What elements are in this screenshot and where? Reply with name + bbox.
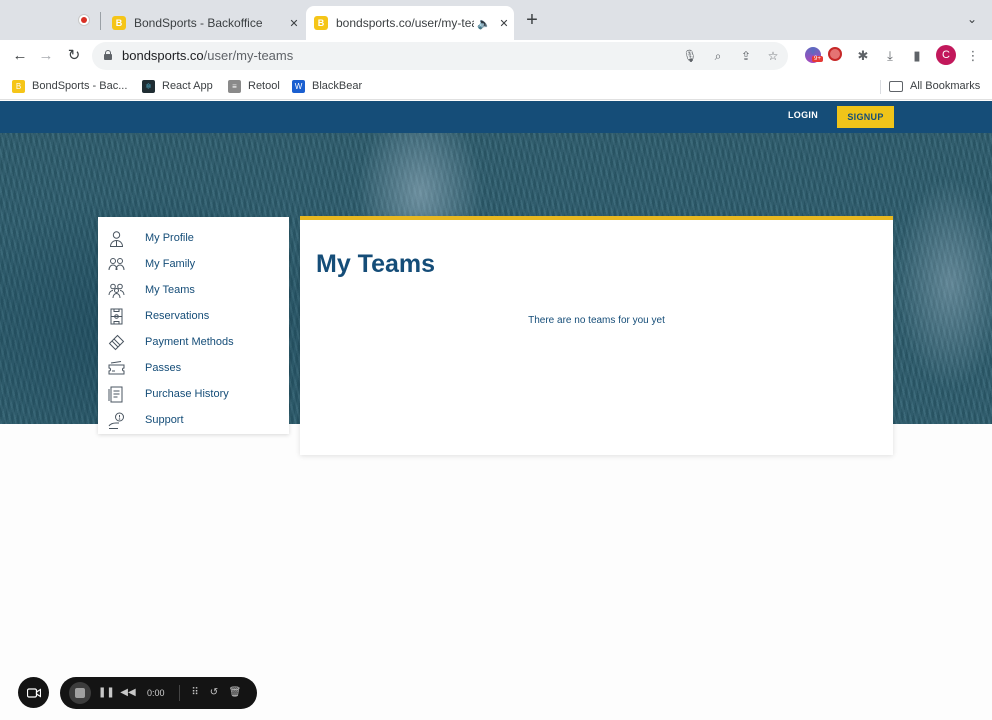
bondsports-favicon-icon: B bbox=[112, 16, 126, 30]
bookmark-star-icon[interactable]: ☆ bbox=[763, 46, 783, 66]
payment-icon bbox=[108, 334, 125, 351]
control-divider bbox=[179, 685, 180, 701]
camera-toggle-button[interactable] bbox=[18, 677, 49, 708]
rewind-icon[interactable]: ◀◀ bbox=[120, 685, 136, 701]
page-title: My Teams bbox=[316, 250, 436, 278]
download-icon[interactable]: ⤓ bbox=[879, 45, 901, 67]
url-text: bondsports.co/user/my-teams bbox=[122, 48, 294, 63]
tab-my-teams[interactable]: B bondsports.co/user/my-teams 🔈 ✕ bbox=[306, 6, 514, 40]
react-icon: ⚛ bbox=[142, 79, 155, 93]
passes-icon bbox=[108, 360, 125, 377]
share-icon[interactable]: ⇪ bbox=[736, 46, 756, 66]
trash-icon[interactable]: 🗑 bbox=[228, 685, 242, 701]
purchase-history-icon bbox=[108, 386, 125, 403]
tab-separator bbox=[100, 12, 101, 30]
side-panel-icon[interactable]: ▮ bbox=[906, 45, 928, 67]
sidebar-item-my-teams[interactable]: My Teams bbox=[98, 277, 289, 303]
grid-icon[interactable]: ⠿ bbox=[188, 685, 202, 701]
bookmark-bondsports[interactable]: B BondSports - Bac... bbox=[12, 77, 127, 95]
lock-icon bbox=[104, 50, 112, 60]
sidebar-item-my-family[interactable]: My Family bbox=[98, 251, 289, 277]
main-content-card: My Teams There are no teams for you yet bbox=[300, 216, 893, 455]
blackbear-icon: W bbox=[292, 79, 305, 93]
sidebar-item-my-profile[interactable]: My Profile bbox=[98, 225, 289, 251]
tab-title: bondsports.co/user/my-teams bbox=[336, 16, 474, 30]
recording-timer: 0:00 bbox=[147, 688, 165, 698]
site-header: LOGIN SIGNUP bbox=[0, 101, 992, 133]
bondsports-favicon-icon: B bbox=[314, 16, 328, 30]
browser-menu-icon[interactable]: ⋮ bbox=[962, 45, 984, 67]
video-camera-icon bbox=[26, 687, 41, 698]
zoom-icon[interactable]: ⌕ bbox=[708, 46, 728, 66]
sidebar-item-passes[interactable]: Passes bbox=[98, 355, 289, 381]
back-button[interactable]: ← bbox=[8, 44, 32, 68]
bookmark-blackbear[interactable]: W BlackBear bbox=[292, 77, 362, 95]
reload-button[interactable]: ↻ bbox=[62, 44, 86, 68]
tab-strip: B BondSports - Backoffice ✕ B bondsports… bbox=[0, 0, 992, 40]
bookmark-retool[interactable]: ≡ Retool bbox=[228, 77, 280, 95]
support-icon bbox=[108, 412, 125, 429]
bondsports-icon: B bbox=[12, 79, 25, 93]
forward-button[interactable]: → bbox=[34, 44, 58, 68]
teams-icon bbox=[108, 282, 125, 299]
extension-recorder-icon[interactable] bbox=[828, 47, 842, 61]
browser-toolbar: ← → ↻ bondsports.co/user/my-teams 🎙 ⌕ ⇪ … bbox=[0, 40, 992, 72]
sidebar-item-reservations[interactable]: Reservations bbox=[98, 303, 289, 329]
recording-indicator-icon bbox=[78, 14, 90, 26]
tab-search-chevron-icon[interactable]: ⌄ bbox=[964, 12, 980, 28]
bookmark-react-app[interactable]: ⚛ React App bbox=[142, 77, 213, 95]
close-tab-icon[interactable]: ✕ bbox=[284, 17, 304, 30]
family-icon bbox=[108, 256, 125, 273]
close-tab-icon[interactable]: ✕ bbox=[494, 17, 514, 30]
restart-icon[interactable]: ↺ bbox=[207, 685, 221, 701]
tab-title: BondSports - Backoffice bbox=[134, 16, 263, 30]
sidebar-item-purchase-history[interactable]: Purchase History bbox=[98, 381, 289, 407]
audio-playing-icon[interactable]: 🔈 bbox=[474, 17, 494, 30]
folder-icon bbox=[889, 80, 903, 92]
account-sidebar: My Profile My Family My Teams Reservatio… bbox=[98, 217, 289, 434]
new-tab-button[interactable]: + bbox=[522, 9, 542, 31]
recording-control-bar: ❚❚ ◀◀ 0:00 ⠿ ↺ 🗑 bbox=[60, 677, 257, 709]
login-link[interactable]: LOGIN bbox=[788, 110, 818, 120]
all-bookmarks-button[interactable]: All Bookmarks bbox=[889, 77, 980, 95]
tab-bondsports-backoffice[interactable]: B BondSports - Backoffice ✕ bbox=[104, 6, 304, 40]
sidebar-item-support[interactable]: Support bbox=[98, 407, 289, 433]
signup-button[interactable]: SIGNUP bbox=[837, 106, 894, 128]
address-bar[interactable]: bondsports.co/user/my-teams 🎙 ⌕ ⇪ ☆ bbox=[92, 42, 788, 70]
extensions-puzzle-icon[interactable]: ✱ bbox=[852, 45, 874, 67]
profile-avatar[interactable]: C bbox=[936, 45, 956, 65]
microphone-icon[interactable]: 🎙 bbox=[680, 46, 700, 66]
stop-recording-button[interactable] bbox=[69, 682, 91, 704]
pause-icon[interactable]: ❚❚ bbox=[98, 685, 115, 701]
sidebar-item-payment-methods[interactable]: Payment Methods bbox=[98, 329, 289, 355]
retool-icon: ≡ bbox=[228, 79, 241, 93]
empty-state-message: There are no teams for you yet bbox=[528, 315, 665, 326]
reservations-icon bbox=[108, 308, 125, 325]
extension-badge-icon[interactable]: 9+ bbox=[805, 47, 823, 63]
bookmarks-divider bbox=[880, 80, 881, 94]
bookmarks-bar: B BondSports - Bac... ⚛ React App ≡ Reto… bbox=[0, 72, 992, 100]
profile-icon bbox=[108, 230, 125, 247]
